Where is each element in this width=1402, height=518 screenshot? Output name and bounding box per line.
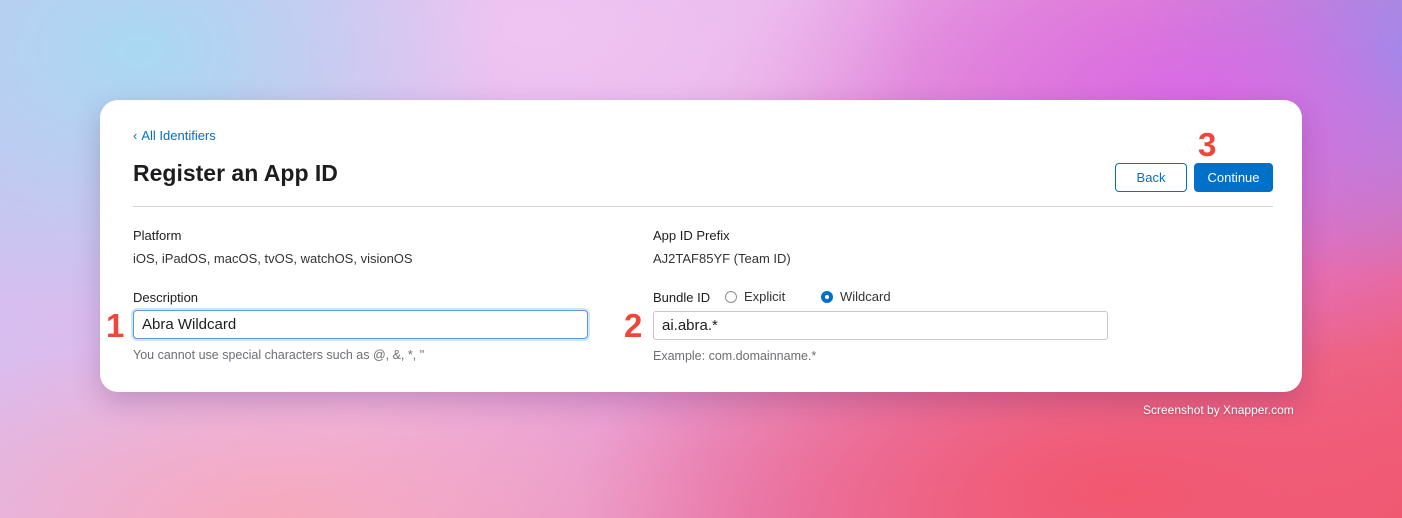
back-button[interactable]: Back — [1115, 163, 1187, 192]
register-app-id-card: ‹ All Identifiers Register an App ID Back… — [100, 100, 1302, 392]
radio-explicit-label: Explicit — [744, 289, 786, 304]
watermark: Screenshot by Xnapper.com — [1143, 403, 1294, 417]
radio-wildcard[interactable]: Wildcard — [821, 289, 891, 304]
description-label: Description — [133, 290, 199, 305]
radio-selected-icon — [821, 290, 833, 303]
radio-explicit[interactable]: Explicit — [725, 289, 785, 304]
description-hint: You cannot use special characters such a… — [133, 348, 425, 362]
bundle-id-input[interactable]: ai.abra.* — [653, 311, 1108, 340]
app-id-prefix-label: App ID Prefix — [653, 228, 730, 243]
bundle-id-hint: Example: com.domainname.* — [653, 349, 817, 363]
platform-value: iOS, iPadOS, macOS, tvOS, watchOS, visio… — [133, 251, 413, 266]
step-marker-1: 1 — [106, 307, 125, 344]
description-input[interactable]: Abra Wildcard — [133, 310, 588, 339]
step-marker-3: 3 — [1198, 126, 1217, 163]
step-marker-2: 2 — [624, 307, 643, 344]
radio-wildcard-label: Wildcard — [840, 289, 891, 304]
radio-unselected-icon — [725, 290, 737, 303]
continue-button[interactable]: Continue — [1194, 163, 1273, 192]
bundle-id-label: Bundle ID — [653, 290, 711, 305]
chevron-left-icon: ‹ — [133, 128, 138, 143]
breadcrumb-label: All Identifiers — [141, 128, 216, 143]
page-title: Register an App ID — [133, 160, 338, 186]
header-divider — [133, 206, 1273, 207]
breadcrumb-all-identifiers[interactable]: ‹ All Identifiers — [133, 128, 216, 143]
platform-label: Platform — [133, 228, 182, 243]
app-id-prefix-value: AJ2TAF85YF (Team ID) — [653, 251, 791, 266]
